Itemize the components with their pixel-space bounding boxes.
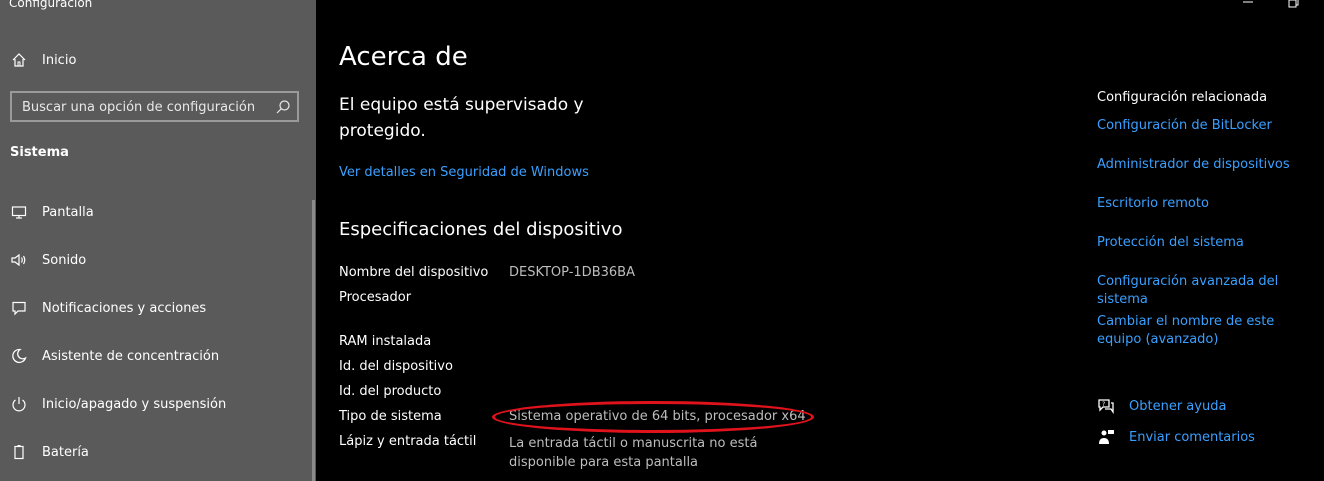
search-icon[interactable] [275, 99, 291, 115]
device-manager-link[interactable]: Administrador de dispositivos [1097, 156, 1324, 174]
sidebar-item-label: Inicio/apagado y suspensión [42, 396, 227, 412]
sidebar-item-concentracion[interactable]: Asistente de concentración [0, 336, 316, 376]
sidebar-scrollbar[interactable] [312, 200, 315, 481]
send-feedback-item[interactable]: Enviar comentarios [1097, 427, 1255, 447]
sidebar-item-home[interactable]: Inicio [0, 40, 316, 80]
sidebar-item-label: Asistente de concentración [42, 348, 220, 364]
page-title: Acerca de [339, 42, 468, 72]
related-settings-heading: Configuración relacionada [1097, 90, 1268, 105]
svg-text:?: ? [1102, 401, 1105, 408]
spec-value: DESKTOP-1DB36BA [509, 265, 635, 280]
remote-desktop-link[interactable]: Escritorio remoto [1097, 195, 1324, 213]
system-protection-link[interactable]: Protección del sistema [1097, 234, 1324, 252]
help-chat-icon: ? [1097, 397, 1115, 415]
sidebar-item-energia[interactable]: Inicio/apagado y suspensión [0, 384, 316, 424]
advanced-system-link[interactable]: Configuración avanzada del sistema [1097, 273, 1324, 309]
spec-label: Nombre del dispositivo [339, 265, 489, 280]
rename-pc-link[interactable]: Cambiar el nombre de este equipo (avanza… [1097, 313, 1317, 349]
search-box[interactable] [10, 91, 299, 122]
window-title: Configuración [9, 0, 93, 10]
security-details-link[interactable]: Ver detalles en Seguridad de Windows [339, 165, 589, 180]
sidebar-item-label: Inicio [42, 52, 77, 68]
home-icon [10, 51, 28, 69]
feedback-icon [1097, 428, 1115, 446]
spec-label: Procesador [339, 290, 412, 305]
minimize-button[interactable] [1238, 0, 1258, 10]
spec-label: Id. del producto [339, 384, 442, 399]
sidebar-item-bateria[interactable]: Batería [0, 432, 316, 472]
moon-icon [10, 347, 28, 365]
spec-value: La entrada táctil o manuscrita no está d… [509, 436, 758, 470]
spec-label: Tipo de sistema [339, 409, 442, 424]
bitlocker-link[interactable]: Configuración de BitLocker [1097, 117, 1324, 135]
sidebar-item-label: Pantalla [42, 204, 94, 220]
highlight-ellipse [492, 401, 814, 433]
security-status: El equipo está supervisado y protegido. [339, 95, 584, 141]
battery-icon [10, 443, 28, 461]
sidebar-item-pantalla[interactable]: Pantalla [0, 192, 316, 232]
sidebar-item-label: Sonido [42, 252, 87, 268]
speaker-icon [10, 251, 28, 269]
specs-heading: Especificaciones del dispositivo [339, 219, 623, 240]
search-input[interactable] [22, 98, 267, 116]
sidebar: Configuración Inicio Sistema Pantalla So… [0, 0, 316, 481]
spec-label: RAM instalada [339, 334, 432, 349]
sidebar-section-heading: Sistema [10, 145, 69, 160]
spec-label: Id. del dispositivo [339, 359, 453, 374]
sidebar-item-sonido[interactable]: Sonido [0, 240, 316, 280]
notification-icon [10, 299, 28, 317]
spec-label: Lápiz y entrada táctil [339, 434, 477, 449]
get-help-link[interactable]: Obtener ayuda [1129, 399, 1226, 414]
sidebar-item-notificaciones[interactable]: Notificaciones y acciones [0, 288, 316, 328]
power-icon [10, 395, 28, 413]
get-help-item[interactable]: ? Obtener ayuda [1097, 396, 1226, 416]
restore-button[interactable] [1284, 0, 1304, 10]
monitor-icon [10, 203, 28, 221]
sidebar-item-label: Notificaciones y acciones [42, 300, 207, 316]
send-feedback-link[interactable]: Enviar comentarios [1129, 430, 1255, 445]
sidebar-item-label: Batería [42, 444, 89, 460]
